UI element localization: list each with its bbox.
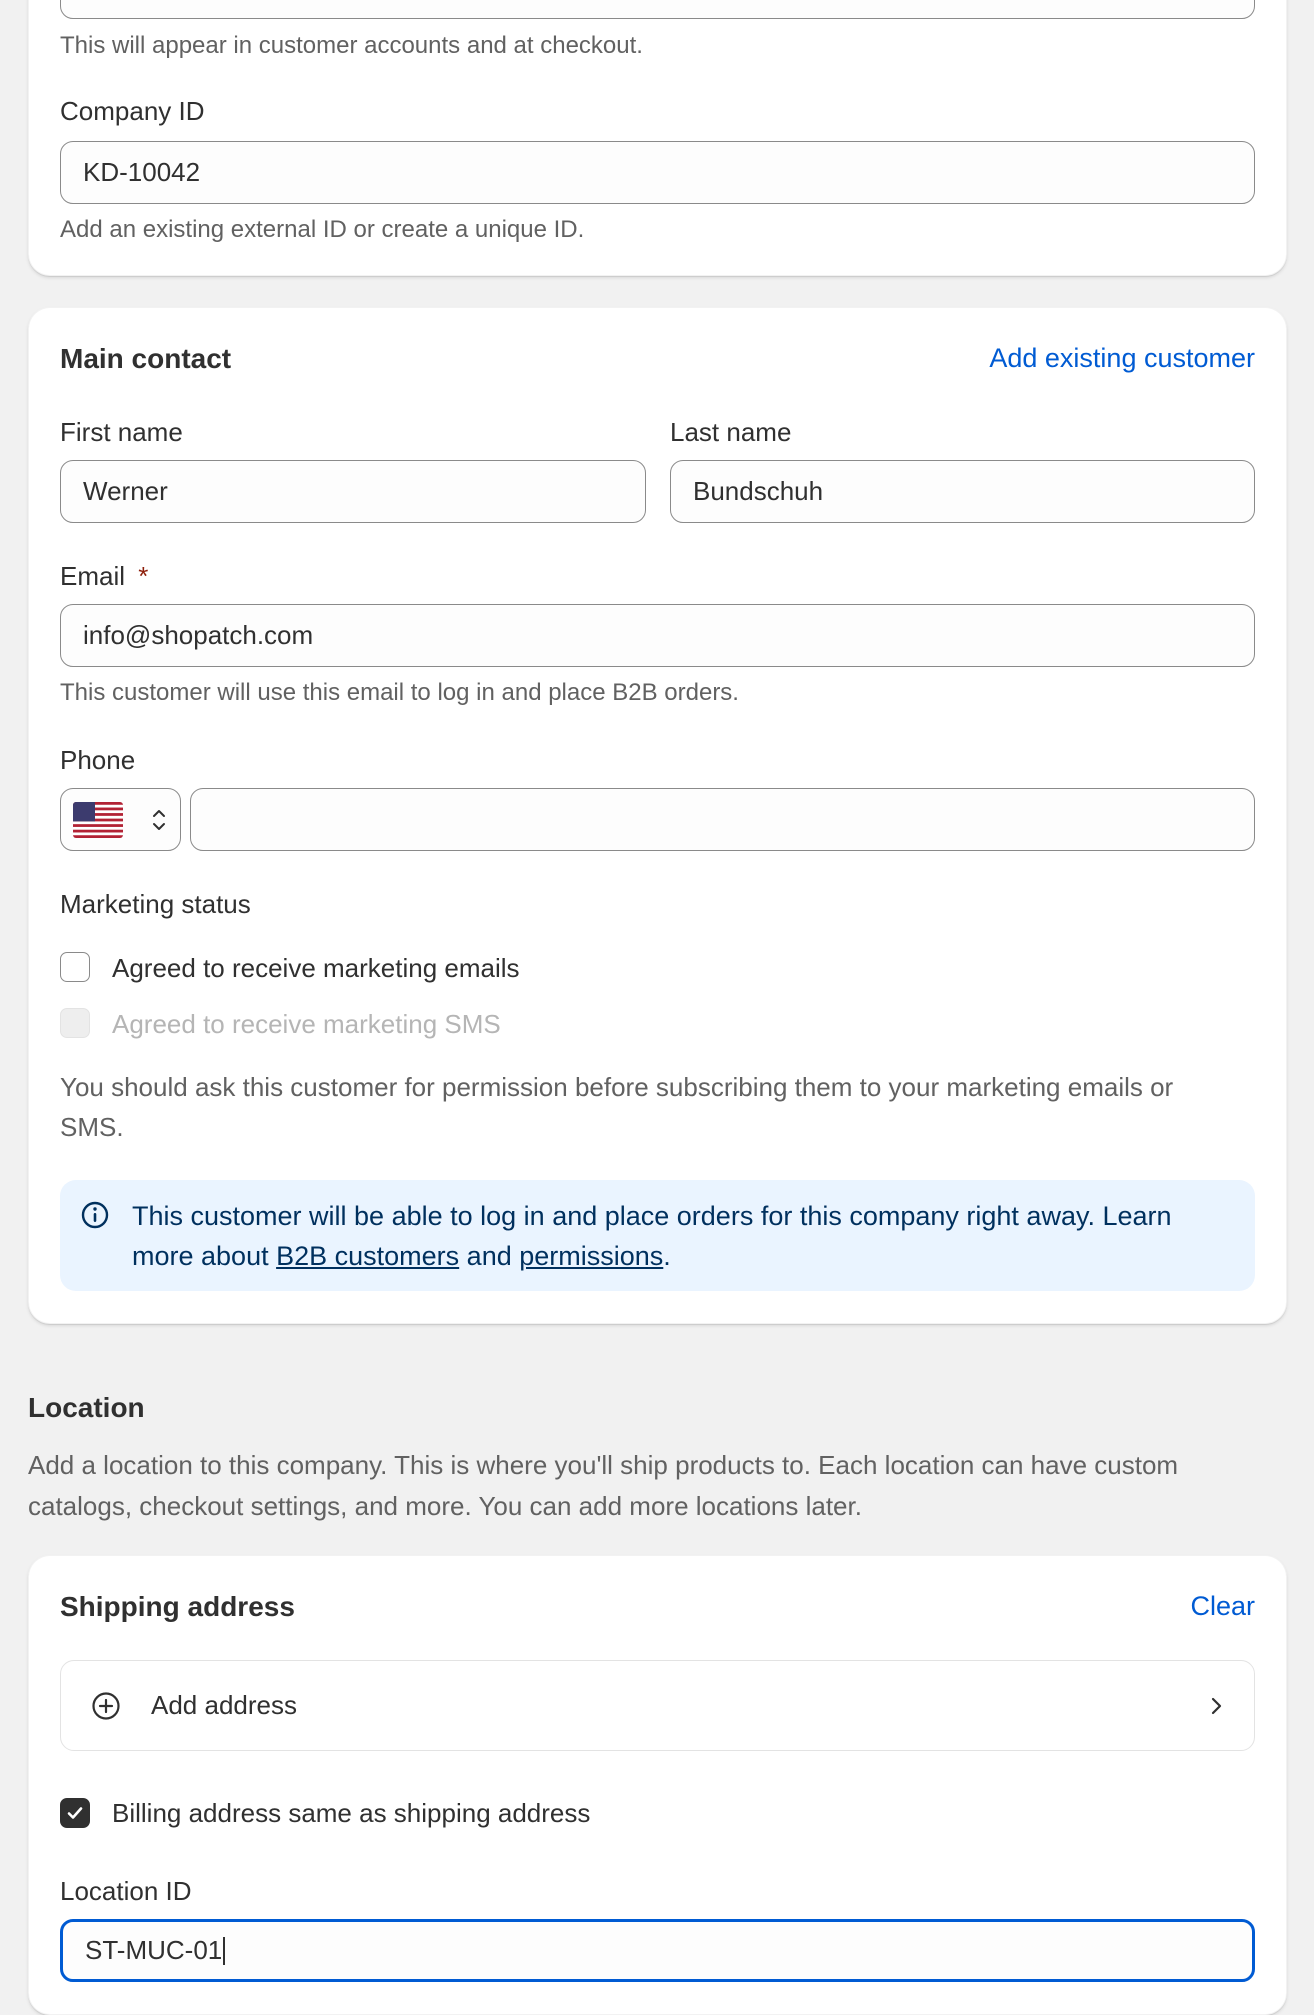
marketing-sms-label: Agreed to receive marketing SMS bbox=[112, 1009, 501, 1039]
marketing-sms-checkbox bbox=[60, 1008, 90, 1038]
company-id-help: Add an existing external ID or create a … bbox=[60, 216, 585, 243]
b2b-customers-link[interactable]: B2B customers bbox=[276, 1241, 459, 1271]
info-banner-text-end: . bbox=[663, 1241, 671, 1271]
clear-button[interactable]: Clear bbox=[1190, 1591, 1255, 1622]
last-name-input[interactable]: Bundschuh bbox=[670, 460, 1255, 523]
add-address-label: Add address bbox=[151, 1690, 297, 1720]
permission-note: You should ask this customer for permiss… bbox=[60, 1072, 1174, 1142]
first-name-value: Werner bbox=[83, 476, 168, 506]
info-banner-text: This customer will be able to log in and… bbox=[132, 1196, 1237, 1276]
plus-circle-icon bbox=[91, 1691, 121, 1721]
phone-input[interactable] bbox=[190, 788, 1255, 851]
email-value: info@shopatch.com bbox=[83, 620, 314, 650]
us-flag-icon bbox=[73, 801, 123, 838]
company-name-help: This will appear in customer accounts an… bbox=[60, 32, 643, 59]
permissions-link[interactable]: permissions bbox=[519, 1241, 663, 1271]
first-name-label: First name bbox=[60, 417, 183, 447]
email-label-text: Email bbox=[60, 561, 126, 591]
chevron-up-down-icon bbox=[150, 805, 168, 835]
country-code-select[interactable] bbox=[60, 788, 181, 851]
last-name-label: Last name bbox=[670, 417, 792, 447]
add-address-button[interactable]: Add address bbox=[60, 1660, 1255, 1751]
email-input[interactable]: info@shopatch.com bbox=[60, 604, 1255, 667]
location-description: Add a location to this company. This is … bbox=[28, 1450, 1179, 1521]
company-name-input[interactable] bbox=[60, 0, 1255, 19]
last-name-value: Bundschuh bbox=[693, 476, 824, 506]
info-icon bbox=[80, 1200, 110, 1230]
checkmark-icon bbox=[67, 1807, 83, 1819]
location-id-label: Location ID bbox=[60, 1876, 192, 1906]
company-card: This will appear in customer accounts an… bbox=[28, 0, 1287, 276]
info-banner: This customer will be able to log in and… bbox=[60, 1180, 1255, 1291]
required-mark: * bbox=[138, 561, 149, 591]
location-id-value: ST-MUC-01 bbox=[85, 1935, 223, 1965]
first-name-input[interactable]: Werner bbox=[60, 460, 646, 523]
phone-label: Phone bbox=[60, 745, 136, 775]
chevron-right-icon bbox=[1204, 1692, 1228, 1720]
email-label: Email * bbox=[60, 561, 148, 592]
company-id-label: Company ID bbox=[60, 96, 205, 126]
billing-same-checkbox[interactable] bbox=[60, 1798, 90, 1828]
info-banner-text-mid: and bbox=[459, 1241, 520, 1271]
billing-same-label[interactable]: Billing address same as shipping address bbox=[112, 1798, 590, 1829]
marketing-status-label: Marketing status bbox=[60, 889, 251, 919]
text-cursor bbox=[223, 1936, 226, 1965]
email-help: This customer will use this email to log… bbox=[60, 679, 739, 706]
shipping-address-title: Shipping address bbox=[60, 1591, 295, 1622]
location-title: Location bbox=[28, 1392, 145, 1423]
shipping-card: Shipping address Clear Add address Billi… bbox=[28, 1555, 1287, 2015]
marketing-email-label[interactable]: Agreed to receive marketing emails bbox=[112, 953, 520, 984]
main-contact-title: Main contact bbox=[60, 343, 232, 374]
marketing-email-checkbox[interactable] bbox=[60, 952, 90, 982]
add-existing-customer-button[interactable]: Add existing customer bbox=[989, 343, 1255, 374]
main-contact-card: Main contact Add existing customer First… bbox=[28, 307, 1287, 1324]
company-id-value: KD-10042 bbox=[83, 157, 201, 187]
company-id-input[interactable]: KD-10042 bbox=[60, 141, 1255, 204]
location-id-input[interactable]: ST-MUC-01 bbox=[60, 1919, 1255, 1982]
